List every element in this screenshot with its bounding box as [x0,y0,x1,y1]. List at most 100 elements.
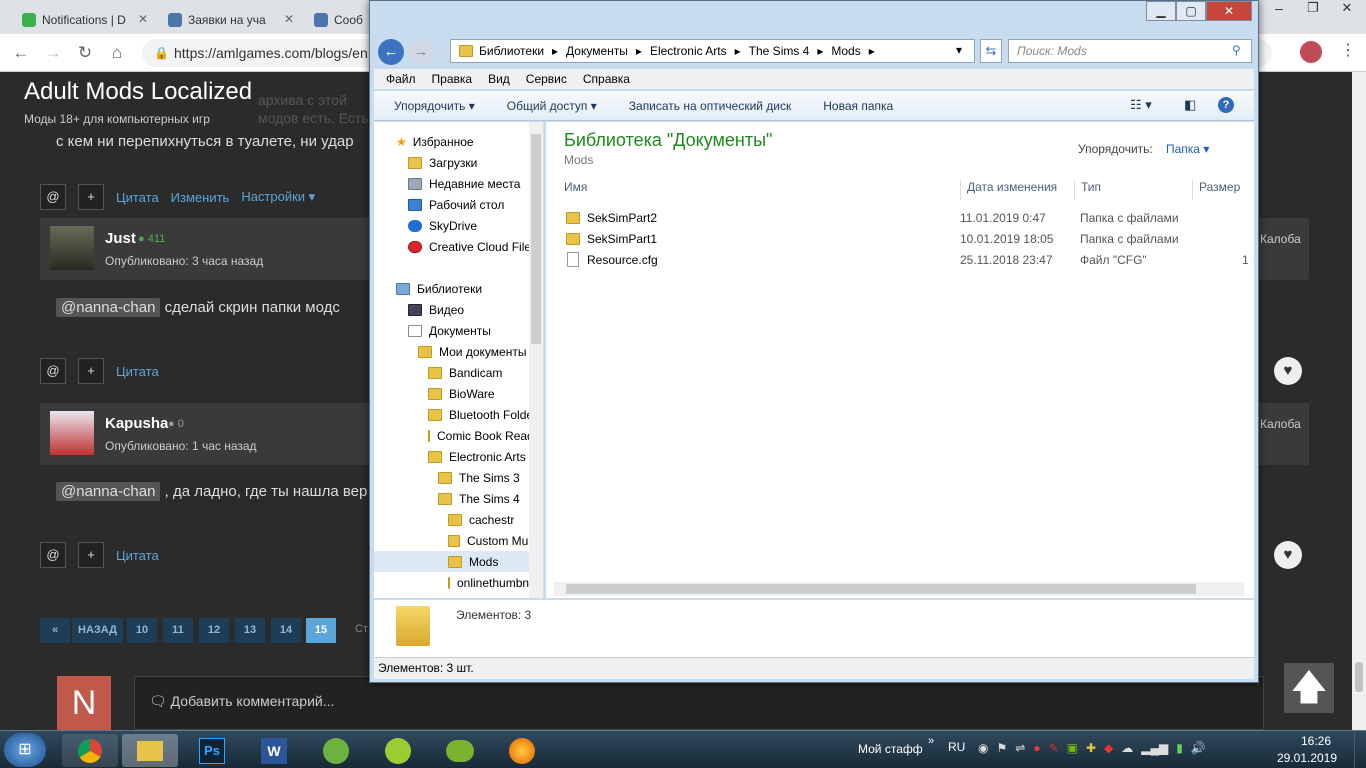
chrome-taskbar-icon[interactable] [62,734,118,767]
scroll-to-top-icon[interactable]: 🡅 [1284,663,1334,713]
nav-tree-item[interactable]: Custom Music [374,530,543,551]
page-link[interactable]: 11 [163,618,193,643]
page-link[interactable]: 14 [271,618,301,643]
nav-tree-item[interactable]: Bandicam [374,362,543,383]
column-type[interactable]: Тип [1074,180,1101,200]
scrollbar-thumb[interactable] [1355,662,1363,692]
mention-button[interactable]: @ [40,358,66,384]
menu-icon[interactable]: ⋮ [1340,40,1356,60]
help-icon[interactable]: ? [1218,97,1234,113]
start-windows-icon[interactable]: ⊞ [4,733,46,767]
quote-link[interactable]: Цитата [116,190,159,205]
file-row[interactable]: Resource.cfg 25.11.2018 23:47 Файл "CFG"… [546,249,1254,270]
organize-button[interactable]: Упорядочить ▾ [394,99,475,113]
breadcrumb[interactable]: Библиотеки ▸ Документы ▸ Electronic Arts ▸ … [450,39,975,63]
nav-tree-item[interactable]: The Sims 4 [374,488,543,509]
tray-app-icon[interactable]: ✎ [1049,741,1059,755]
nav-tree-item[interactable]: Мои документы [374,341,543,362]
language-indicator[interactable]: RU [948,740,965,754]
restore-icon[interactable]: ❐ [1296,0,1330,20]
menu-edit[interactable]: Правка [432,72,473,86]
close-icon[interactable]: ✕ [1330,0,1364,20]
battery-icon[interactable]: ▮ [1176,741,1183,755]
search-input[interactable]: Поиск: Mods [1008,39,1252,63]
edit-link[interactable]: Изменить [171,190,230,205]
plus-button[interactable]: + [78,184,104,210]
clock-time[interactable]: 16:26 [1284,734,1348,748]
share-button[interactable]: Общий доступ ▾ [507,99,597,113]
close-icon[interactable]: ✕ [1206,1,1252,21]
back-arrow-icon[interactable]: ← [378,39,404,65]
nav-tree-item[interactable]: cachestr [374,509,543,530]
horizontal-scrollbar[interactable] [554,582,1244,596]
close-tab-icon[interactable]: ✕ [284,12,294,26]
avatar[interactable] [50,226,94,270]
breadcrumb-item[interactable]: The Sims 4 [749,44,810,58]
new-folder-button[interactable]: Новая папка [823,99,893,113]
page-link[interactable]: 10 [127,618,157,643]
nav-item[interactable]: Недавние места [374,173,543,194]
antivirus-icon[interactable]: ● [1033,741,1040,755]
settings-link[interactable]: Настройки ▾ [241,189,315,205]
page-link[interactable]: 12 [199,618,229,643]
comment-input[interactable]: 🗨 Добавить комментарий... [134,676,1264,730]
flag-icon[interactable]: ⚑ [996,741,1007,755]
maximize-icon[interactable]: ▢ [1176,1,1206,21]
preview-pane-icon[interactable]: ◧ [1184,97,1196,113]
like-heart-icon[interactable]: ♥ [1274,357,1302,385]
refresh-icon[interactable]: ⇆ [980,39,1002,63]
mention-button[interactable]: @ [40,542,66,568]
nav-item[interactable]: SkyDrive [374,215,543,236]
nav-item[interactable]: Загрузки [374,152,543,173]
page-current[interactable]: 15 [306,618,336,643]
plus-button[interactable]: + [78,542,104,568]
search-icon[interactable]: ⚲ [1232,43,1241,57]
user-mention[interactable]: @nanna-chan [56,482,161,501]
word-taskbar-icon[interactable]: W [246,734,302,767]
breadcrumb-item[interactable]: Библиотеки [479,44,544,58]
forward-arrow-icon[interactable]: → [42,42,64,64]
avatar[interactable] [50,411,94,455]
user-mention[interactable]: @nanna-chan [56,298,161,317]
firefox-taskbar-icon[interactable] [494,734,550,767]
author-name[interactable]: Just [105,230,136,247]
nav-tree-item[interactable]: BioWare [374,383,543,404]
arrange-dropdown[interactable]: Папка ▾ [1166,142,1209,156]
back-arrow-icon[interactable]: ← [10,42,32,64]
view-options-icon[interactable]: ☷ ▾ [1130,97,1152,113]
column-date[interactable]: Дата изменения [960,180,1057,200]
nav-item[interactable]: Документы [374,320,543,341]
like-heart-icon[interactable]: ♥ [1274,541,1302,569]
nav-favorites[interactable]: ★ Избранное [374,131,543,152]
minimize-icon[interactable]: ▁ [1146,1,1176,21]
teamviewer-icon[interactable]: ◉ [978,741,988,755]
nav-item[interactable]: Видео [374,299,543,320]
file-row[interactable]: SekSimPart2 11.01.2019 0:47 Папка с файл… [546,207,1254,228]
nav-scrollbar[interactable] [529,122,543,598]
menu-help[interactable]: Справка [583,72,630,86]
nav-tree-item[interactable]: Electronic Arts [374,446,543,467]
nav-libraries[interactable]: Библиотеки [374,278,543,299]
network-icon[interactable]: ⇌ [1015,741,1025,755]
nav-tree-item[interactable]: The Sims 3 [374,467,543,488]
tray-app-icon[interactable]: ◆ [1104,741,1113,755]
app-taskbar-icon[interactable] [370,734,426,767]
signal-icon[interactable]: ▂▄▆ [1141,741,1168,755]
mention-button[interactable]: @ [40,184,66,210]
clock-date[interactable]: 29.01.2019 [1272,751,1342,765]
menu-file[interactable]: Файл [386,72,416,86]
nvidia-icon[interactable]: ▣ [1067,741,1078,755]
page-link[interactable]: 13 [235,618,265,643]
photoshop-taskbar-icon[interactable]: Ps [184,734,240,767]
tray-app-icon[interactable]: ✚ [1086,741,1096,755]
file-row[interactable]: SekSimPart1 10.01.2019 18:05 Папка с фай… [546,228,1254,249]
browser-tab[interactable]: Сооб [306,6,368,34]
home-icon[interactable]: ⌂ [106,42,128,64]
show-desktop-button[interactable] [1354,731,1366,768]
minimize-icon[interactable]: – [1262,0,1296,20]
complain-link[interactable]: Калоба [1260,232,1301,246]
nav-tree-item[interactable]: onlinethumbnailcache [374,572,543,593]
plus-button[interactable]: + [78,358,104,384]
game-taskbar-icon[interactable] [308,734,364,767]
scrollbar-thumb[interactable] [566,584,1196,594]
